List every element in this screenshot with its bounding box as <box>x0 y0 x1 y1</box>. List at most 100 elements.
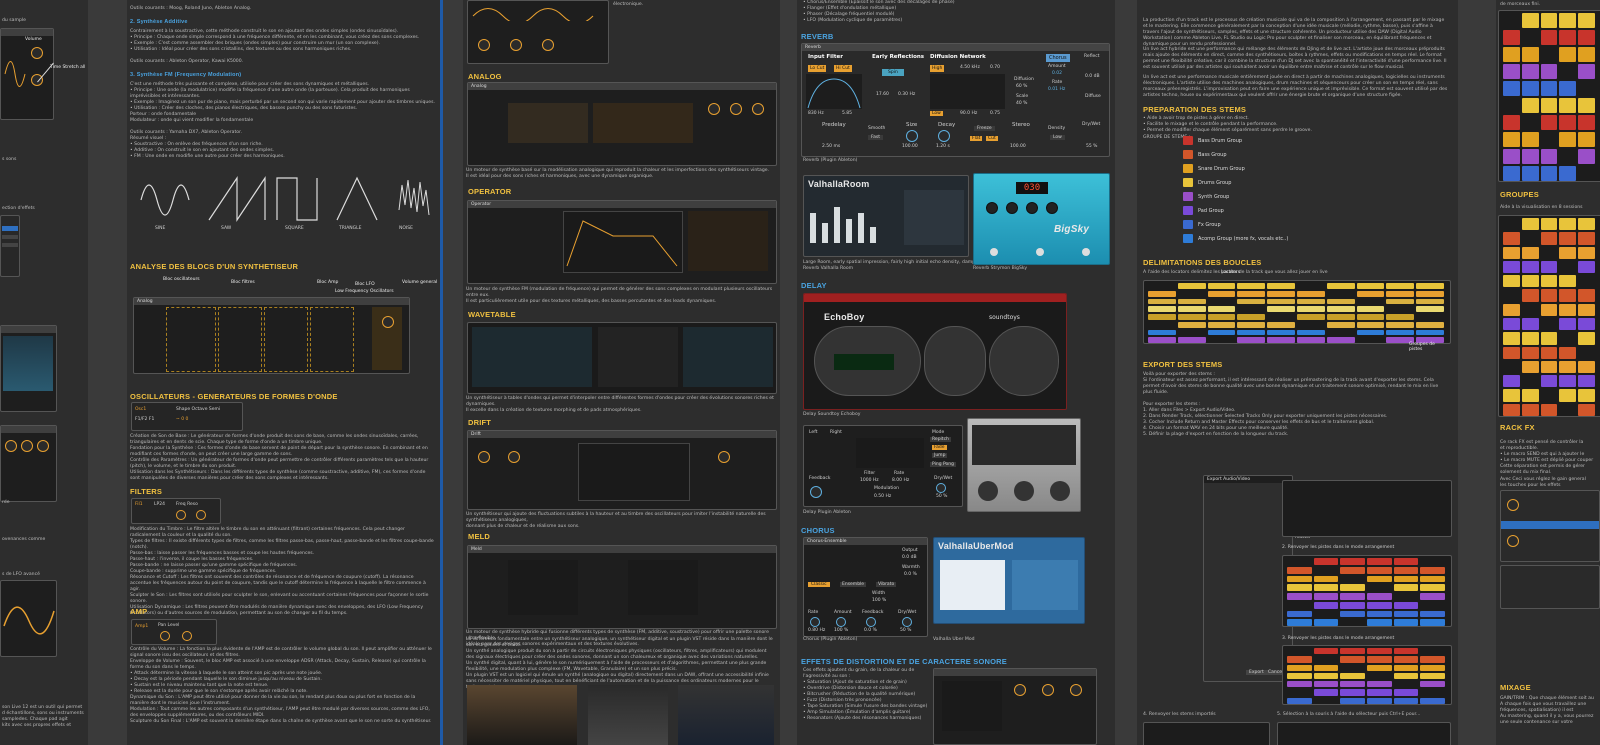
clip-block[interactable] <box>1367 593 1392 600</box>
clip-block[interactable] <box>1559 47 1577 62</box>
export-button[interactable]: Export <box>1246 670 1267 675</box>
clip-block[interactable] <box>1267 321 1295 328</box>
clip-block[interactable] <box>1367 575 1392 583</box>
footswitch[interactable] <box>1082 248 1090 256</box>
reverb-cut[interactable]: Cut <box>986 136 998 141</box>
clip-block[interactable] <box>1148 337 1176 343</box>
clip-block[interactable] <box>1367 601 1392 609</box>
reverb-locut[interactable]: Lo Cut <box>808 65 827 72</box>
chorus-ensemble[interactable]: Ensemble <box>840 582 867 587</box>
clip-block[interactable] <box>1340 672 1365 680</box>
device-top-synth[interactable] <box>467 0 609 64</box>
clip-block[interactable] <box>1521 389 1539 402</box>
reverb-flat[interactable]: Flat <box>970 136 983 141</box>
clip-block[interactable] <box>1386 321 1415 328</box>
clip-block[interactable] <box>1521 246 1539 259</box>
clip-block[interactable] <box>1420 697 1445 704</box>
knob[interactable] <box>1042 684 1054 696</box>
clip-block[interactable] <box>1521 289 1539 302</box>
clip-block[interactable] <box>1503 375 1520 388</box>
clip-block[interactable] <box>1393 566 1419 574</box>
clip-block[interactable] <box>1386 329 1415 336</box>
clip-block[interactable] <box>1148 306 1176 312</box>
clip-block[interactable] <box>1578 318 1595 331</box>
clip-block[interactable] <box>1393 601 1419 609</box>
clip-block[interactable] <box>1386 283 1415 289</box>
drywet-knob[interactable] <box>936 483 946 493</box>
clip-block[interactable] <box>1340 697 1365 704</box>
delay-repitch[interactable]: Repitch <box>930 437 951 442</box>
clip-block[interactable] <box>1503 275 1520 288</box>
clip-block[interactable] <box>1559 289 1577 302</box>
device-drift[interactable]: Drift <box>467 430 777 510</box>
clip-block[interactable] <box>1416 329 1444 336</box>
clip-block[interactable] <box>1521 132 1539 147</box>
clip-block[interactable] <box>1297 306 1325 312</box>
clip-block[interactable] <box>1503 81 1520 96</box>
clip-block[interactable] <box>1393 648 1419 655</box>
clip-block[interactable] <box>1521 13 1539 28</box>
clip-block[interactable] <box>1559 132 1577 147</box>
footswitch[interactable] <box>1036 248 1044 256</box>
clip-block[interactable] <box>1287 664 1312 671</box>
device-panel[interactable] <box>0 325 57 412</box>
clip-block[interactable] <box>1503 303 1520 316</box>
clip-block[interactable] <box>1420 593 1445 600</box>
clip-block[interactable] <box>1393 584 1419 591</box>
clip-block[interactable] <box>1340 656 1365 663</box>
rate-knob[interactable] <box>810 617 820 627</box>
clip-block[interactable] <box>1420 672 1445 680</box>
clip-block[interactable] <box>1367 664 1392 671</box>
clip-block[interactable] <box>1559 275 1577 288</box>
clip-block[interactable] <box>1540 30 1558 45</box>
knob[interactable] <box>718 451 730 463</box>
knob[interactable] <box>752 103 764 115</box>
clip-block[interactable] <box>1521 332 1539 345</box>
device-echoboy[interactable]: EchoBoy soundtoys <box>803 293 1067 410</box>
clip-block[interactable] <box>1578 115 1595 130</box>
clip-block[interactable] <box>1148 290 1176 297</box>
knob[interactable] <box>1026 202 1038 214</box>
clip-block[interactable] <box>1356 321 1385 328</box>
clip-block[interactable] <box>1267 329 1295 336</box>
clip-block[interactable] <box>1177 321 1206 328</box>
clip-block[interactable] <box>1340 566 1365 574</box>
clip-block[interactable] <box>1393 689 1419 696</box>
device-rack-fx[interactable] <box>1500 490 1600 562</box>
clip-block[interactable] <box>1148 329 1176 336</box>
clip-block[interactable] <box>1503 232 1520 245</box>
device-wavetable[interactable] <box>467 322 777 394</box>
clip-block[interactable] <box>1287 697 1312 704</box>
clip-block[interactable] <box>1540 289 1558 302</box>
clip-block[interactable] <box>1521 260 1539 274</box>
clip-block[interactable] <box>1503 332 1520 345</box>
clip-block[interactable] <box>1540 275 1558 288</box>
clip-block[interactable] <box>1267 283 1295 289</box>
device-rack-fx[interactable] <box>1500 565 1600 609</box>
device-analog-blocks[interactable]: Analog <box>133 297 410 374</box>
clip-block[interactable] <box>1237 314 1266 320</box>
device-ubermod[interactable]: ValhallaUberMod <box>933 537 1085 624</box>
knob[interactable] <box>1507 499 1519 511</box>
clip-block[interactable] <box>1340 610 1365 618</box>
clip-block[interactable] <box>1326 314 1355 320</box>
clip-block[interactable] <box>1416 306 1444 312</box>
clip-block[interactable] <box>1559 318 1577 331</box>
device-analog[interactable]: Analog <box>467 82 777 166</box>
clip-block[interactable] <box>1540 346 1558 359</box>
clip-block[interactable] <box>1340 601 1365 609</box>
device-browser-list[interactable] <box>0 215 20 277</box>
clip-block[interactable] <box>1313 681 1339 688</box>
clip-block[interactable] <box>1503 64 1520 79</box>
clip-block[interactable] <box>1207 306 1236 312</box>
device-filter[interactable]: Fil1 LP24 Freq Reso <box>131 498 221 524</box>
clip-block[interactable] <box>1297 298 1325 305</box>
device-saturator[interactable] <box>933 668 1097 745</box>
clip-block[interactable] <box>1420 664 1445 671</box>
delay-jump[interactable]: Jump <box>932 453 948 458</box>
clip-block[interactable] <box>1540 232 1558 245</box>
clip-block[interactable] <box>1177 306 1206 312</box>
knob[interactable] <box>478 451 490 463</box>
drywet-knob[interactable] <box>902 617 912 627</box>
clip-block[interactable] <box>1287 681 1312 688</box>
